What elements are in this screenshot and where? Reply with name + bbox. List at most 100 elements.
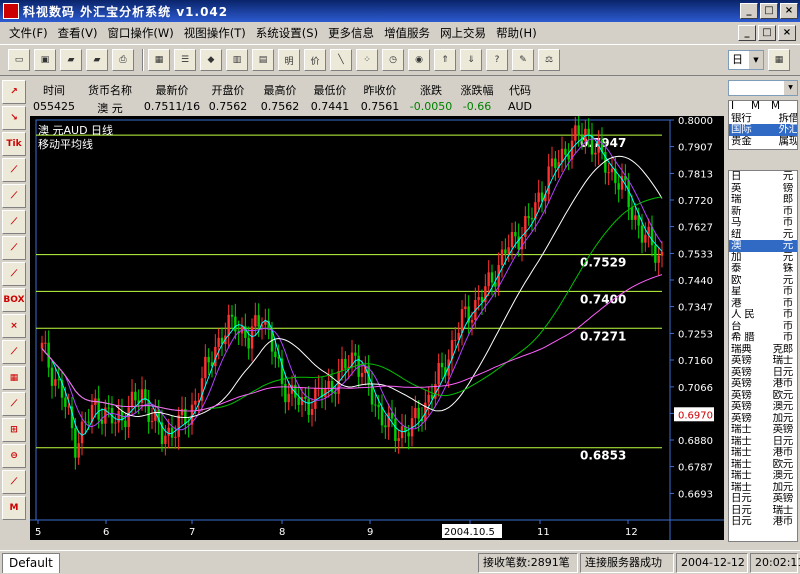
currency-item[interactable]: 人 民币	[729, 309, 797, 321]
currency-item[interactable]: 澳元	[729, 240, 797, 252]
chevron-down-icon[interactable]: ▼	[784, 81, 797, 95]
trend-up-tool-icon[interactable]: ↗	[2, 80, 26, 104]
delete-tool-icon[interactable]: ×	[2, 314, 26, 338]
currency-item[interactable]: 英镑 瑞士	[729, 355, 797, 367]
menu-window[interactable]: 窗口操作(W)	[102, 25, 178, 41]
currency-item[interactable]: 瑞郎	[729, 194, 797, 206]
grid-icon[interactable]: ▦	[148, 49, 170, 71]
box-tool-icon[interactable]: BOX	[2, 288, 26, 312]
currency-item[interactable]: 瑞士 澳元	[729, 470, 797, 482]
list-icon[interactable]: ☰	[174, 49, 196, 71]
currency-item[interactable]: 欧元	[729, 275, 797, 287]
tab-default[interactable]: Default	[2, 553, 60, 573]
cycle-tool-icon[interactable]: ⟋	[2, 392, 26, 416]
menu-help[interactable]: 帮助(H)	[491, 25, 542, 41]
open-folder-icon[interactable]: ▰	[60, 49, 82, 71]
draw-line-icon[interactable]: ╲	[330, 49, 352, 71]
fib-tool-icon[interactable]: ⟋	[2, 470, 26, 494]
calendar-icon[interactable]: ▦	[768, 49, 790, 71]
table-icon[interactable]: ▤	[252, 49, 274, 71]
window-icon[interactable]: ▭	[8, 49, 30, 71]
app-icon[interactable]	[3, 3, 19, 19]
line-tool-icon[interactable]: ⟋	[2, 158, 26, 182]
candle-body	[127, 407, 130, 428]
scale-icon[interactable]: ⚖	[538, 49, 560, 71]
currency-item[interactable]: 瑞士 英镑	[729, 424, 797, 436]
fan-tool-icon[interactable]: ⟋	[2, 262, 26, 286]
category-item[interactable]: I MM	[729, 101, 797, 113]
menu-view[interactable]: 查看(V)	[53, 25, 103, 41]
menu-online-trading[interactable]: 网上交易	[435, 25, 491, 41]
trend-down-tool-icon[interactable]: ↘	[2, 106, 26, 130]
market-dropdown[interactable]: ▼	[728, 80, 798, 96]
currency-item[interactable]: 英镑 加元	[729, 413, 797, 425]
currency-item[interactable]: 纽元	[729, 229, 797, 241]
ray-tool-icon[interactable]: ⟋	[2, 184, 26, 208]
category-item[interactable]: 贵金 属现	[729, 136, 797, 148]
globe-icon[interactable]: ◉	[408, 49, 430, 71]
category-item[interactable]: 银行 拆借	[729, 113, 797, 125]
tick-tool-icon[interactable]: Tik	[2, 132, 26, 156]
currency-item[interactable]: 英镑 港币	[729, 378, 797, 390]
grid-tool-icon[interactable]: ▦	[2, 366, 26, 390]
currency-item[interactable]: 港币	[729, 298, 797, 310]
currency-item[interactable]: 瑞士 加元	[729, 482, 797, 494]
currency-item[interactable]: 星币	[729, 286, 797, 298]
print-icon[interactable]: ⎙	[112, 49, 134, 71]
mdi-minimize-button[interactable]: _	[738, 25, 756, 41]
chart-icon[interactable]: ▥	[226, 49, 248, 71]
ma-tool-icon[interactable]: M	[2, 496, 26, 520]
zoom-out-tool-icon[interactable]: ⊖	[2, 444, 26, 468]
currency-item[interactable]: 马币	[729, 217, 797, 229]
menu-file[interactable]: 文件(F)	[4, 25, 53, 41]
chart-canvas[interactable]: 0.8000 0.7907 0.7813 0.7720 0.7627 0.7533 0.74…	[30, 116, 724, 540]
currency-item[interactable]: 瑞士 港币	[729, 447, 797, 459]
currency-item[interactable]: 台币	[729, 321, 797, 333]
category-item[interactable]: 国际 外汇	[729, 124, 797, 136]
currency-item[interactable]: 英镑 澳元	[729, 401, 797, 413]
price-chart[interactable]: 0.8000 0.7907 0.7813 0.7720 0.7627 0.7533 0.74…	[30, 116, 724, 540]
currency-item[interactable]: 瑞典 克郎	[729, 344, 797, 356]
currency-item[interactable]: 希 腊币	[729, 332, 797, 344]
maximize-button[interactable]: □	[760, 3, 778, 19]
currency-item[interactable]: 日元 瑞士	[729, 505, 797, 517]
currency-item[interactable]: 日元 英镑	[729, 493, 797, 505]
menu-view-ops[interactable]: 视图操作(T)	[179, 25, 251, 41]
channel-tool-icon[interactable]: ⟋	[2, 210, 26, 234]
currency-item[interactable]: 泰铢	[729, 263, 797, 275]
mdi-close-button[interactable]: ×	[778, 25, 796, 41]
currency-item[interactable]: 英镑 日元	[729, 367, 797, 379]
arrow-up-icon[interactable]: ⇑	[434, 49, 456, 71]
chevron-down-icon[interactable]: ▼	[749, 51, 763, 69]
edit-icon[interactable]: ✎	[512, 49, 534, 71]
menu-more-info[interactable]: 更多信息	[323, 25, 379, 41]
price-icon[interactable]: 价	[304, 49, 326, 71]
arrow-down-icon[interactable]: ⇓	[460, 49, 482, 71]
clock-icon[interactable]: ◷	[382, 49, 404, 71]
currency-item[interactable]: 瑞士 日元	[729, 436, 797, 448]
menu-value-added[interactable]: 增值服务	[379, 25, 435, 41]
currency-item[interactable]: 日元 港币	[729, 516, 797, 528]
help-icon[interactable]: ?	[486, 49, 508, 71]
currency-item[interactable]: 英镑 欧元	[729, 390, 797, 402]
minimize-button[interactable]: _	[740, 3, 758, 19]
save-icon[interactable]: ▣	[34, 49, 56, 71]
parallel-tool-icon[interactable]: ⟋	[2, 236, 26, 260]
zoom-in-tool-icon[interactable]: ⊞	[2, 418, 26, 442]
dots-icon[interactable]: ⁘	[356, 49, 378, 71]
currency-item[interactable]: 瑞士 欧元	[729, 459, 797, 471]
doc-icon[interactable]: 明	[278, 49, 300, 71]
period-select[interactable]: 日 ▼	[728, 50, 764, 70]
menu-settings[interactable]: 系统设置(S)	[251, 25, 323, 41]
currency-item[interactable]: 新币	[729, 206, 797, 218]
eraser-tool-icon[interactable]: ⟋	[2, 340, 26, 364]
folder-icon[interactable]: ▰	[86, 49, 108, 71]
currency-text: 希 腊	[731, 332, 755, 343]
currency-item[interactable]: 加元	[729, 252, 797, 264]
close-button[interactable]: ×	[780, 3, 798, 19]
mdi-restore-button[interactable]: □	[758, 25, 776, 41]
toolbar: ▭ ▣ ▰ ▰ ⎙ ▦ ☰ ◆ ▥ ▤ 明 价 ╲ ⁘ ◷ ◉ ⇑ ⇓ ? ✎ …	[0, 44, 800, 76]
currency-item[interactable]: 日元	[729, 171, 797, 183]
currency-item[interactable]: 英镑	[729, 183, 797, 195]
cube-icon[interactable]: ◆	[200, 49, 222, 71]
